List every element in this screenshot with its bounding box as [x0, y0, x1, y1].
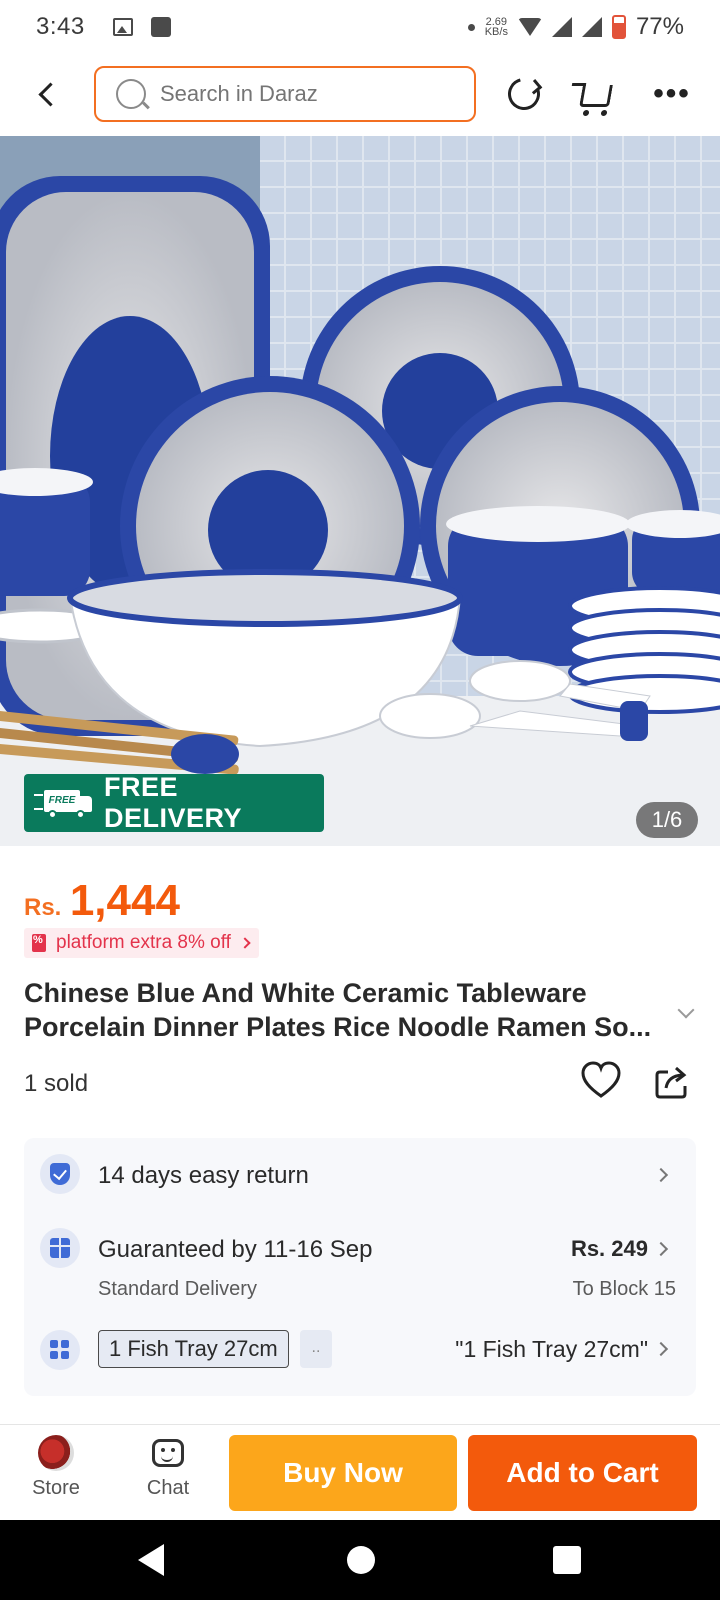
truck-icon-label: FREE	[44, 790, 80, 812]
sold-count: 1 sold	[24, 1070, 89, 1097]
system-recents-icon[interactable]	[553, 1546, 581, 1574]
shield-icon	[40, 1154, 80, 1194]
app-notification-icon	[150, 17, 171, 37]
product-image-gallery[interactable]	[0, 136, 720, 846]
service-info-card: 14 days easy return Guaranteed by 11-16 …	[24, 1138, 696, 1396]
delivery-guarantee: Guaranteed by 11-16 Sep	[98, 1236, 373, 1263]
variant-chip[interactable]: 1 Fish Tray 27cm	[98, 1330, 289, 1368]
add-to-cart-button[interactable]: Add to Cart	[468, 1435, 697, 1511]
price-value: 1,444	[69, 876, 180, 925]
price: Rs. 1,444	[24, 876, 180, 926]
product-photo	[0, 136, 720, 846]
back-button[interactable]	[34, 78, 62, 110]
chat-icon	[152, 1439, 184, 1467]
variant-selected: "1 Fish Tray 27cm"	[455, 1336, 648, 1362]
signal-2-icon	[581, 17, 602, 37]
chat-button[interactable]: Chat	[128, 1435, 208, 1500]
search-input[interactable]: Search in Daraz	[94, 66, 476, 122]
network-speed: 2.69 KB/s	[484, 17, 508, 38]
chevron-right-icon	[653, 1241, 669, 1257]
heart-icon[interactable]	[580, 1060, 622, 1102]
notification-icons	[112, 17, 171, 37]
variant-row[interactable]: 1 Fish Tray 27cm .. "1 Fish Tray 27cm"	[24, 1308, 696, 1394]
network-speed-unit: KB/s	[484, 26, 508, 38]
status-time: 3:43	[36, 13, 85, 40]
status-bar: 3:43 2.69 KB/s 77%	[0, 0, 720, 54]
bottom-action-bar: Store Chat Buy Now Add to Cart	[0, 1424, 720, 1520]
promo-label: platform extra 8% off	[56, 932, 231, 953]
gift-icon	[40, 1228, 80, 1268]
share-icon[interactable]	[654, 1064, 690, 1100]
store-button[interactable]: Store	[16, 1435, 96, 1500]
chat-label: Chat	[146, 1477, 190, 1499]
chevron-down-icon[interactable]	[677, 1001, 695, 1019]
more-options-button[interactable]: •••	[650, 72, 694, 116]
battery-icon	[611, 15, 626, 39]
delivery-location: To Block 15	[572, 1278, 676, 1300]
delivery-row[interactable]: Guaranteed by 11-16 Sep Standard Deliver…	[24, 1212, 696, 1308]
chevron-right-icon	[653, 1341, 669, 1357]
buy-now-button[interactable]: Buy Now	[229, 1435, 457, 1511]
price-currency: Rs.	[24, 894, 62, 921]
promo-tag[interactable]: platform extra 8% off	[24, 928, 259, 958]
refresh-icon	[502, 72, 546, 116]
chevron-right-icon	[239, 937, 251, 949]
variant-more[interactable]: ..	[300, 1330, 332, 1368]
delivery-fee: Rs. 249	[570, 1236, 648, 1261]
free-delivery-badge: FREE FREE DELIVERY	[24, 772, 324, 833]
search-placeholder: Search in Daraz	[160, 81, 318, 106]
notification-dot-icon	[467, 23, 475, 31]
battery-percent: 77%	[635, 13, 684, 40]
wifi-icon	[517, 18, 542, 36]
free-delivery-label: FREE DELIVERY	[103, 772, 243, 833]
status-right: 2.69 KB/s 77%	[467, 13, 684, 41]
return-text: 14 days easy return	[98, 1162, 309, 1189]
signal-icon	[551, 17, 572, 37]
cart-icon	[579, 85, 613, 107]
cart-button[interactable]	[574, 72, 618, 116]
header: Search in Daraz •••	[0, 62, 720, 126]
chevron-right-icon	[653, 1167, 669, 1183]
system-back-icon[interactable]	[138, 1544, 164, 1576]
store-label: Store	[32, 1477, 80, 1499]
truck-icon: FREE	[34, 786, 94, 820]
product-title[interactable]: Chinese Blue And White Ceramic Tableware…	[24, 976, 664, 1044]
variant-grid-icon	[40, 1330, 80, 1370]
return-policy-row[interactable]: 14 days easy return	[24, 1138, 696, 1212]
system-navigation-bar	[0, 1520, 720, 1600]
image-counter: 1/6	[636, 802, 698, 838]
refresh-button[interactable]	[502, 72, 546, 116]
delivery-type: Standard Delivery	[98, 1278, 257, 1300]
system-home-icon[interactable]	[347, 1546, 375, 1574]
search-icon	[116, 79, 146, 109]
image-notification-icon	[112, 18, 133, 36]
more-icon: •••	[653, 77, 691, 110]
store-icon	[38, 1435, 74, 1471]
voucher-icon	[32, 934, 46, 952]
